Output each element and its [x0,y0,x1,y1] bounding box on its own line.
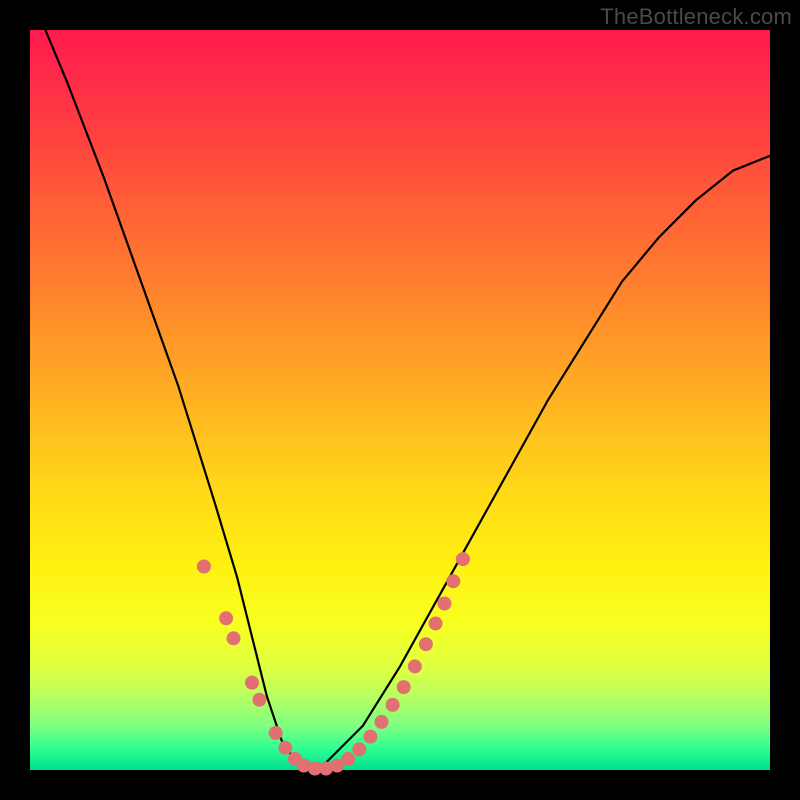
curve-marker [363,730,377,744]
curve-marker [245,676,259,690]
curve-marker [456,552,470,566]
curve-marker [386,698,400,712]
chart-frame: TheBottleneck.com [0,0,800,800]
curve-marker [375,715,389,729]
curve-marker [408,659,422,673]
curve-marker [446,574,460,588]
curve-marker [252,693,266,707]
watermark-text: TheBottleneck.com [600,4,792,30]
curve-marker [269,726,283,740]
curve-marker [227,631,241,645]
curve-marker [341,752,355,766]
curve-marker [429,616,443,630]
curve-markers [197,552,470,775]
curve-marker [397,680,411,694]
bottleneck-curve [30,0,770,770]
curve-marker [278,741,292,755]
curve-marker [197,560,211,574]
plot-area [30,30,770,770]
curve-marker [219,611,233,625]
curve-marker [437,597,451,611]
chart-svg [30,30,770,770]
curve-marker [352,742,366,756]
curve-marker [419,637,433,651]
